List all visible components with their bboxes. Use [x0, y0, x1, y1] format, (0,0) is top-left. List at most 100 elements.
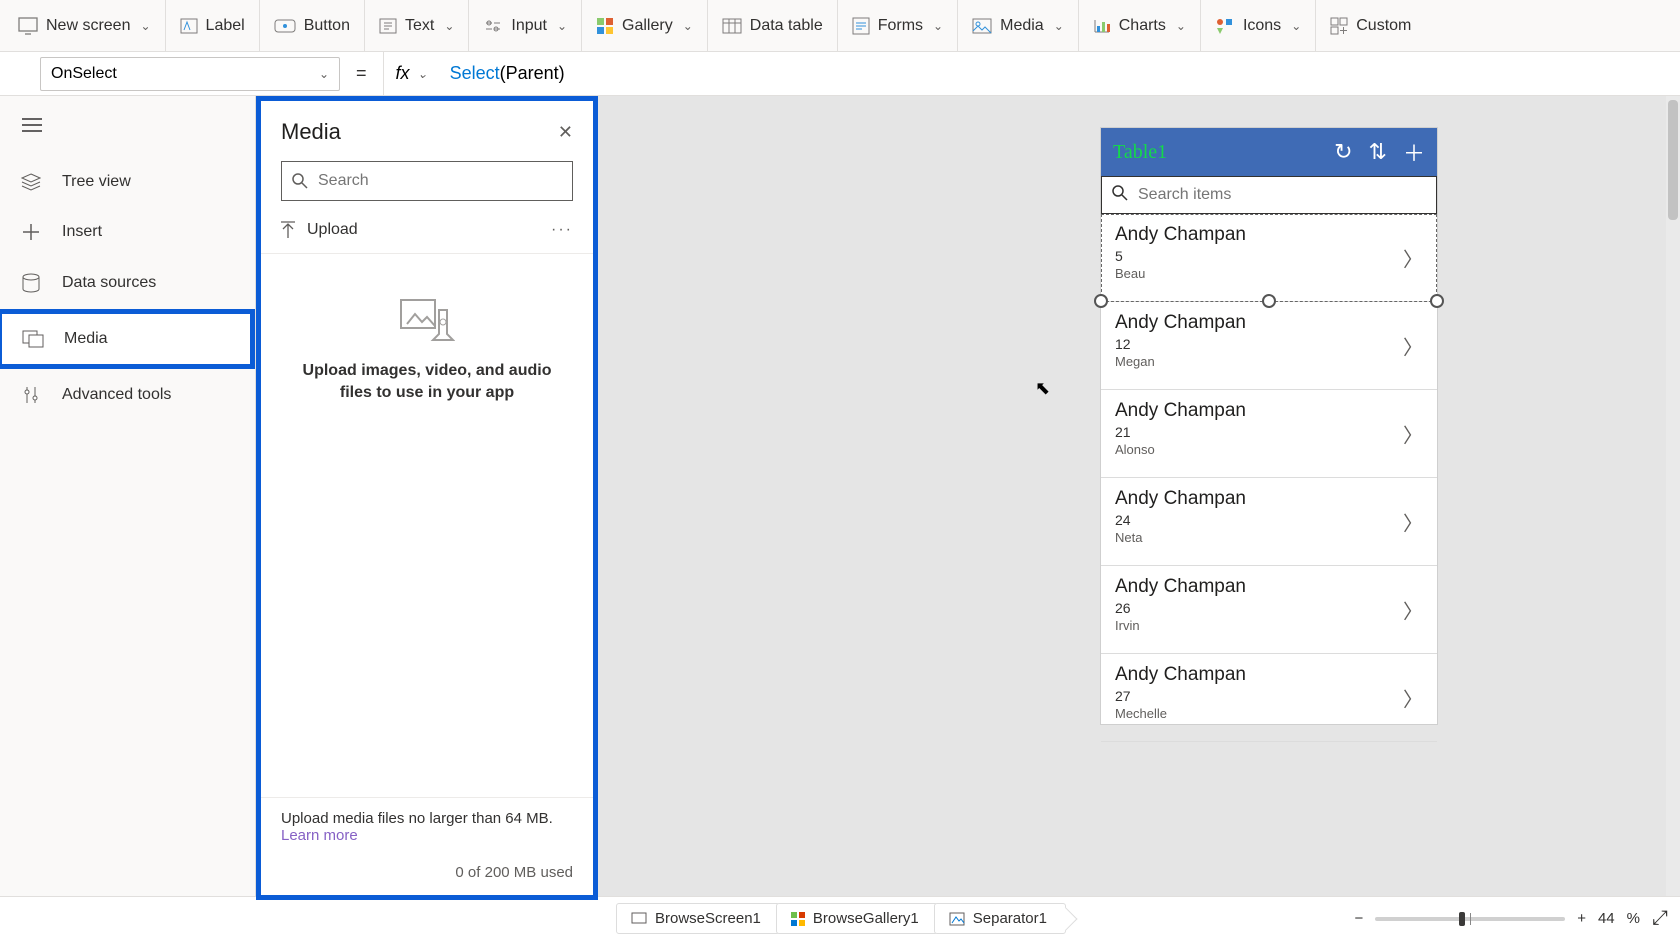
media-empty-text: Upload images, video, and audio files to…: [287, 360, 567, 405]
ribbon-label: Media: [1000, 17, 1044, 35]
ribbon-label: Input: [511, 17, 547, 35]
chevron-right-icon[interactable]: 〉: [1403, 331, 1423, 360]
chevron-down-icon: ⌄: [418, 67, 428, 81]
ribbon-label: Label: [206, 17, 245, 35]
ribbon-gallery[interactable]: Gallery⌄: [582, 0, 708, 51]
table-icon: [722, 18, 742, 34]
media-search[interactable]: [281, 161, 573, 201]
zoom-slider[interactable]: [1375, 917, 1565, 921]
zoom-in-button[interactable]: +: [1577, 910, 1586, 927]
rail-advanced-tools[interactable]: Advanced tools: [0, 369, 255, 421]
item-name: Andy Champan: [1115, 664, 1423, 686]
media-pane-title: Media: [281, 119, 341, 145]
chevron-right-icon[interactable]: 〉: [1403, 419, 1423, 448]
ribbon-new-screen[interactable]: New screen⌄: [4, 0, 166, 51]
gallery-item[interactable]: Andy Champan5Beau〉: [1101, 214, 1437, 302]
ribbon-charts[interactable]: Charts⌄: [1079, 0, 1201, 51]
upload-button[interactable]: Upload: [281, 221, 358, 239]
input-icon: [483, 18, 503, 34]
rail-label: Media: [64, 330, 108, 348]
sort-icon[interactable]: ⇅: [1369, 139, 1387, 165]
vertical-scrollbar[interactable]: [1666, 96, 1680, 896]
chevron-right-icon[interactable]: 〉: [1403, 243, 1423, 272]
text-icon: [379, 18, 397, 34]
selection-handle[interactable]: [1262, 294, 1276, 308]
zoom-value: 44: [1598, 910, 1615, 927]
ribbon-forms[interactable]: Forms⌄: [838, 0, 958, 51]
ribbon-label[interactable]: Label: [166, 0, 260, 51]
item-number: 12: [1115, 336, 1423, 352]
crumb-label: BrowseGallery1: [813, 910, 919, 927]
icons-icon: [1215, 17, 1235, 35]
property-selector[interactable]: OnSelect ⌄: [40, 57, 340, 91]
ribbon-label: Forms: [878, 17, 923, 35]
fullscreen-icon[interactable]: ⤢: [1652, 907, 1668, 930]
item-number: 21: [1115, 424, 1423, 440]
close-icon[interactable]: ✕: [558, 122, 573, 143]
more-icon[interactable]: ···: [551, 221, 573, 239]
ribbon-data-table[interactable]: Data table: [708, 0, 838, 51]
breadcrumb-gallery[interactable]: BrowseGallery1: [776, 903, 938, 934]
media-empty-state: Upload images, video, and audio files to…: [261, 254, 593, 797]
learn-more-link[interactable]: Learn more: [281, 827, 358, 844]
chevron-down-icon: ⌄: [319, 67, 329, 81]
upload-label: Upload: [307, 221, 358, 239]
label-icon: [180, 18, 198, 34]
database-icon: [20, 273, 42, 293]
formula-args: (Parent): [500, 63, 565, 83]
chevron-right-icon[interactable]: 〉: [1403, 595, 1423, 624]
gallery-item[interactable]: Andy Champan27Mechelle〉: [1101, 654, 1437, 742]
breadcrumb-screen[interactable]: BrowseScreen1: [616, 903, 780, 934]
chevron-down-icon: ⌄: [683, 19, 693, 33]
preview-search-input[interactable]: [1138, 186, 1426, 204]
ribbon-media[interactable]: Media⌄: [958, 0, 1079, 51]
refresh-icon[interactable]: ↻: [1334, 139, 1352, 165]
rail-collapse-button[interactable]: [0, 112, 255, 157]
media-icon: [972, 18, 992, 34]
rail-media[interactable]: Media: [0, 309, 255, 369]
selection-handle[interactable]: [1094, 294, 1108, 308]
chevron-right-icon[interactable]: 〉: [1403, 507, 1423, 536]
ribbon-icons[interactable]: Icons⌄: [1201, 0, 1316, 51]
rail-label: Advanced tools: [62, 386, 171, 404]
gallery-item[interactable]: Andy Champan24Neta〉: [1101, 478, 1437, 566]
gallery-item[interactable]: Andy Champan12Megan〉: [1101, 302, 1437, 390]
rail-data-sources[interactable]: Data sources: [0, 257, 255, 309]
chevron-down-icon: ⌄: [444, 19, 454, 33]
preview-search[interactable]: [1101, 176, 1437, 214]
ribbon-text[interactable]: Text ⌄: [365, 0, 469, 51]
item-name: Andy Champan: [1115, 400, 1423, 422]
hamburger-icon: [22, 118, 42, 132]
rail-label: Data sources: [62, 274, 156, 292]
equals-sign: =: [350, 63, 373, 84]
item-subtitle: Alonso: [1115, 442, 1423, 457]
rail-label: Tree view: [62, 173, 131, 191]
gallery-item[interactable]: Andy Champan 21 Alonso〉: [1101, 390, 1437, 478]
search-icon: [292, 173, 308, 189]
charts-icon: [1093, 18, 1111, 34]
item-number: 27: [1115, 688, 1423, 704]
ribbon-input[interactable]: Input⌄: [469, 0, 582, 51]
selection-handle[interactable]: [1430, 294, 1444, 308]
chevron-right-icon[interactable]: 〉: [1403, 683, 1423, 712]
zoom-out-button[interactable]: −: [1354, 910, 1363, 927]
left-rail: Tree view Insert Data sources Media Adva…: [0, 96, 256, 896]
rail-tree-view[interactable]: Tree view: [0, 157, 255, 207]
ribbon-button[interactable]: Button: [260, 0, 365, 51]
ribbon-label: Button: [304, 17, 350, 35]
ribbon-label: Text: [405, 17, 434, 35]
screen-icon: [18, 17, 38, 35]
add-icon[interactable]: ＋: [1403, 136, 1425, 168]
chevron-down-icon: ⌄: [140, 19, 150, 33]
fx-button[interactable]: fx ⌄: [383, 52, 440, 95]
layers-icon: [20, 173, 42, 191]
item-number: 26: [1115, 600, 1423, 616]
rail-insert[interactable]: Insert: [0, 207, 255, 257]
property-name: OnSelect: [51, 65, 117, 83]
media-search-input[interactable]: [318, 172, 562, 190]
formula-input[interactable]: Select(Parent): [450, 63, 565, 84]
breadcrumb-separator[interactable]: Separator1: [934, 903, 1066, 934]
ribbon-custom[interactable]: Custom: [1316, 0, 1425, 51]
gallery-icon: [596, 17, 614, 35]
gallery-item[interactable]: Andy Champan26Irvin〉: [1101, 566, 1437, 654]
